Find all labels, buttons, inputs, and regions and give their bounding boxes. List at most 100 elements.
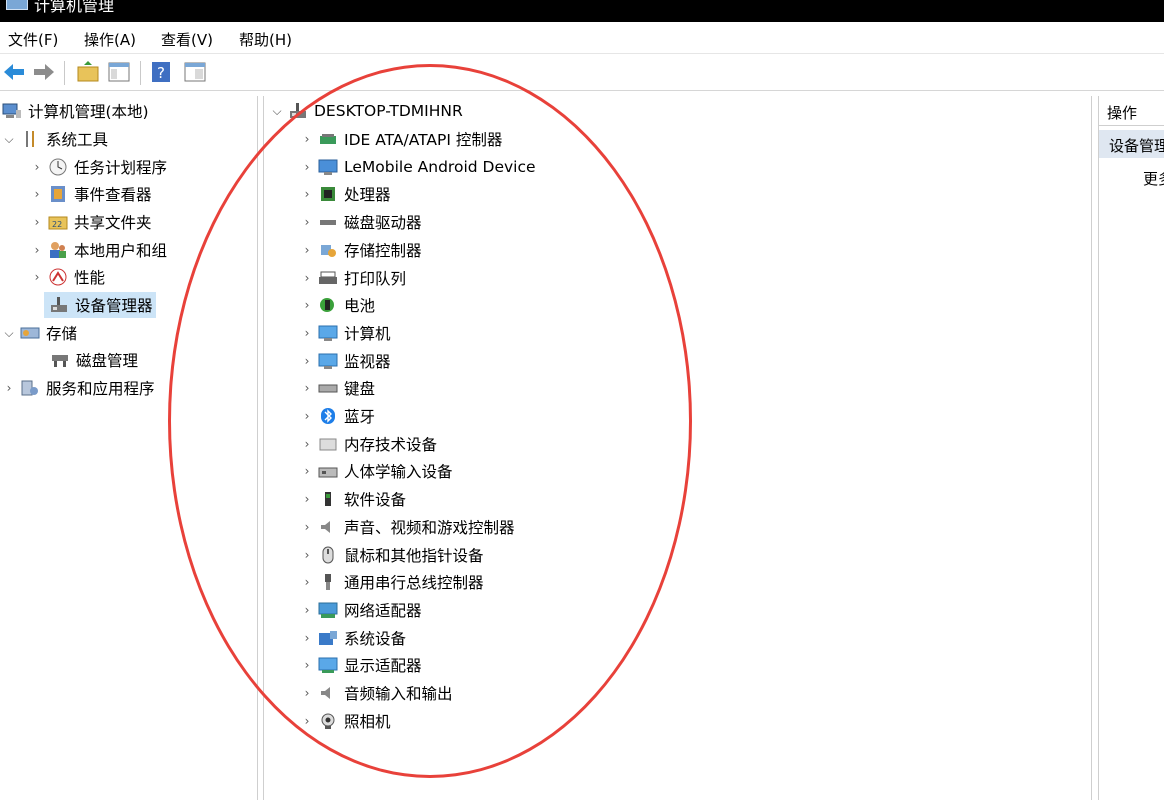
chevron-right-icon[interactable]: › — [300, 409, 314, 423]
chevron-right-icon[interactable]: › — [300, 548, 314, 562]
chevron-right-icon[interactable]: › — [300, 437, 314, 451]
chevron-right-icon[interactable]: › — [30, 243, 44, 257]
users-icon — [48, 241, 68, 259]
display-adapter-icon — [318, 656, 338, 674]
device-category[interactable]: › 打印队列 — [300, 265, 406, 291]
chevron-right-icon[interactable]: › — [300, 298, 314, 312]
device-category[interactable]: › 计算机 — [300, 320, 391, 346]
chevron-right-icon[interactable]: › — [300, 464, 314, 478]
show-hide-tree-icon[interactable] — [107, 61, 131, 83]
toolbar-separator — [140, 61, 141, 85]
selected-highlight: 设备管理器 — [44, 292, 156, 318]
properties-icon[interactable] — [183, 61, 207, 83]
tree-item-event-viewer[interactable]: › 事件查看器 — [30, 181, 152, 207]
chevron-right-icon[interactable]: › — [300, 658, 314, 672]
bluetooth-icon — [318, 407, 338, 425]
tree-item-shared-folders[interactable]: › 22 共享文件夹 — [30, 209, 152, 235]
device-root[interactable]: ⌵ DESKTOP-TDMIHNR — [270, 98, 463, 124]
menu-help[interactable]: 帮助(H) — [239, 29, 292, 50]
device-category[interactable]: › 鼠标和其他指针设备 — [300, 542, 484, 568]
tree-item-disk-management[interactable]: 磁盘管理 — [46, 347, 138, 373]
menu-action[interactable]: 操作(A) — [84, 29, 136, 50]
chevron-right-icon[interactable]: › — [30, 215, 44, 229]
more-actions-link[interactable]: 更多操作 — [1143, 168, 1164, 189]
device-category[interactable]: › 存储控制器 — [300, 237, 422, 263]
chevron-right-icon[interactable]: › — [300, 381, 314, 395]
svg-text:22: 22 — [52, 220, 62, 229]
chevron-right-icon[interactable]: › — [2, 381, 16, 395]
device-category[interactable]: › 内存技术设备 — [300, 431, 437, 457]
menu-bar: 文件(F) 操作(A) 查看(V) 帮助(H) — [0, 22, 1164, 54]
device-category[interactable]: › IDE ATA/ATAPI 控制器 — [300, 126, 503, 152]
device-category[interactable]: › 监视器 — [300, 348, 391, 374]
menu-file[interactable]: 文件(F) — [8, 29, 58, 50]
chevron-right-icon[interactable]: › — [300, 575, 314, 589]
device-category[interactable]: › 磁盘驱动器 — [300, 209, 422, 235]
tree-label: 设备管理器 — [75, 297, 153, 315]
chevron-right-icon[interactable]: › — [300, 520, 314, 534]
device-category-label: 电池 — [344, 297, 376, 316]
device-category[interactable]: › 电池 — [300, 292, 375, 318]
window-title: 计算机管理 — [34, 0, 115, 15]
chevron-right-icon[interactable]: › — [30, 160, 44, 174]
chevron-right-icon[interactable]: › — [300, 354, 314, 368]
chevron-right-icon[interactable]: › — [300, 187, 314, 201]
device-category[interactable]: › 键盘 — [300, 375, 375, 401]
chevron-right-icon[interactable]: › — [300, 271, 314, 285]
help-icon[interactable]: ? — [150, 61, 174, 83]
device-category[interactable]: › 人体学输入设备 — [300, 458, 453, 484]
device-category[interactable]: › 音频输入和输出 — [300, 680, 453, 706]
tree-label: 系统工具 — [46, 131, 109, 149]
chevron-down-icon[interactable]: ⌵ — [270, 104, 284, 119]
actions-section-device-manager[interactable]: 设备管理器 — [1099, 130, 1164, 158]
chevron-right-icon[interactable]: › — [300, 132, 314, 146]
device-category-label: 监视器 — [344, 352, 391, 371]
device-category[interactable]: › 蓝牙 — [300, 403, 375, 429]
device-category[interactable]: › 照相机 — [300, 708, 391, 734]
chevron-right-icon[interactable]: › — [300, 603, 314, 617]
device-category[interactable]: › LeMobile Android Device — [300, 154, 536, 180]
device-category[interactable]: › 通用串行总线控制器 — [300, 569, 484, 595]
tree-item-system-tools[interactable]: ⌵ 系统工具 — [2, 126, 108, 152]
services-icon — [20, 379, 40, 397]
tree-item-storage[interactable]: ⌵ 存储 — [2, 320, 77, 346]
device-category[interactable]: › 处理器 — [300, 181, 391, 207]
device-category[interactable]: › 系统设备 — [300, 625, 406, 651]
chevron-right-icon[interactable]: › — [300, 714, 314, 728]
back-arrow-icon[interactable] — [2, 61, 26, 83]
tree-item-task-scheduler[interactable]: › 任务计划程序 — [30, 154, 167, 180]
device-category[interactable]: › 显示适配器 — [300, 652, 422, 678]
tree-item-local-users[interactable]: › 本地用户和组 — [30, 237, 167, 263]
chevron-right-icon[interactable]: › — [300, 686, 314, 700]
shared-folder-icon: 22 — [48, 213, 68, 231]
computer-management-icon — [6, 0, 28, 10]
up-folder-icon[interactable] — [76, 61, 100, 83]
console-tree: 计算机管理(本地) ⌵ 系统工具 › 任务计划程序 › 事件查看器 › 22 共… — [0, 96, 258, 800]
computer-management-icon — [2, 102, 22, 120]
chevron-down-icon[interactable]: ⌵ — [2, 326, 16, 341]
chevron-right-icon[interactable]: › — [300, 631, 314, 645]
performance-icon — [48, 268, 68, 286]
tree-item-performance[interactable]: › 性能 — [30, 264, 105, 290]
device-category[interactable]: › 软件设备 — [300, 486, 406, 512]
chevron-right-icon[interactable]: › — [300, 492, 314, 506]
chevron-right-icon[interactable]: › — [300, 243, 314, 257]
chevron-down-icon[interactable]: ⌵ — [2, 132, 16, 147]
tree-item-device-manager[interactable]: 设备管理器 — [44, 292, 156, 318]
tree-label: 任务计划程序 — [74, 159, 168, 177]
computer-name: DESKTOP-TDMIHNR — [314, 102, 463, 120]
device-category[interactable]: › 网络适配器 — [300, 597, 422, 623]
tree-item-services-apps[interactable]: › 服务和应用程序 — [2, 375, 155, 401]
chevron-right-icon[interactable]: › — [300, 160, 314, 174]
device-category-label: 音频输入和输出 — [344, 685, 453, 703]
device-category[interactable]: › 声音、视频和游戏控制器 — [300, 514, 515, 540]
tree-item-root[interactable]: 计算机管理(本地) — [0, 98, 149, 124]
chevron-right-icon[interactable]: › — [30, 187, 44, 201]
menu-view[interactable]: 查看(V) — [161, 29, 213, 50]
forward-arrow-icon[interactable] — [32, 61, 56, 83]
chevron-right-icon[interactable]: › — [300, 215, 314, 229]
chevron-right-icon[interactable]: › — [30, 270, 44, 284]
device-category-label: 系统设备 — [344, 629, 407, 648]
chevron-right-icon[interactable]: › — [300, 326, 314, 340]
hid-icon — [318, 462, 338, 480]
